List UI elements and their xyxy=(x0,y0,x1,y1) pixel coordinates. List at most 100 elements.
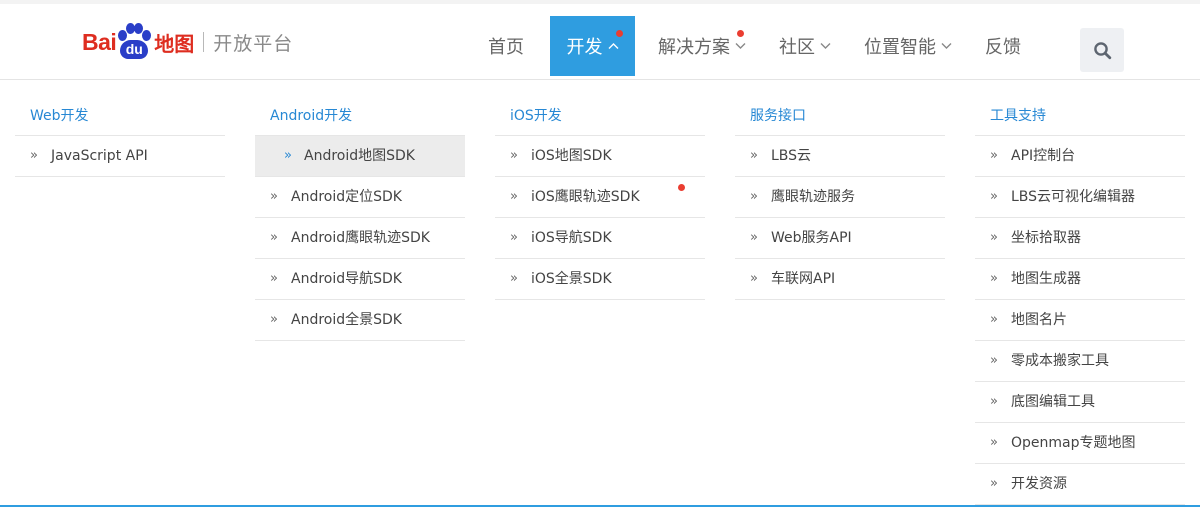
menu-item-label: Android全景SDK xyxy=(291,312,402,328)
double-chevron-right-icon: » xyxy=(990,271,998,286)
menu-item-label: iOS导航SDK xyxy=(531,230,612,246)
double-chevron-right-icon: » xyxy=(750,189,758,204)
menu-item-label: 开发资源 xyxy=(1011,476,1067,492)
menu-item-coordinate-picker[interactable]: » 坐标拾取器 xyxy=(975,218,1185,259)
nav-feedback[interactable]: 反馈 xyxy=(985,16,1021,76)
menu-item-dev-resources[interactable]: » 开发资源 xyxy=(975,464,1185,505)
double-chevron-right-icon: » xyxy=(510,189,518,204)
menu-item-label: iOS全景SDK xyxy=(531,271,612,287)
menu-item-web-service-api[interactable]: » Web服务API xyxy=(735,218,945,259)
search-icon xyxy=(1093,41,1111,59)
menu-item-basemap-editor[interactable]: » 底图编辑工具 xyxy=(975,382,1185,423)
logo-du-text: du xyxy=(120,40,149,59)
menu-item-iov-api[interactable]: » 车联网API xyxy=(735,259,945,300)
double-chevron-right-icon: » xyxy=(510,230,518,245)
chevron-down-icon xyxy=(820,43,831,49)
menu-item-android-navi-sdk[interactable]: » Android导航SDK xyxy=(255,259,465,300)
menu-item-android-map-sdk[interactable]: » Android地图SDK xyxy=(255,136,465,177)
menu-item-label: 零成本搬家工具 xyxy=(1011,353,1109,369)
menu-item-label: Android鹰眼轨迹SDK xyxy=(291,230,430,246)
menu-item-lbs-cloud[interactable]: » LBS云 xyxy=(735,136,945,177)
double-chevron-right-icon: » xyxy=(510,271,518,286)
column-title[interactable]: Android开发 xyxy=(255,96,465,136)
menu-item-lbs-visual-editor[interactable]: » LBS云可视化编辑器 xyxy=(975,177,1185,218)
menu-item-android-panorama-sdk[interactable]: » Android全景SDK xyxy=(255,300,465,341)
menu-item-ios-map-sdk[interactable]: » iOS地图SDK xyxy=(495,136,705,177)
search-button[interactable] xyxy=(1080,28,1124,72)
menu-item-label: LBS云可视化编辑器 xyxy=(1011,189,1136,205)
menu-item-label: 地图生成器 xyxy=(1011,271,1081,287)
chevron-up-icon xyxy=(608,43,618,49)
column-title[interactable]: 服务接口 xyxy=(735,96,945,136)
notification-dot xyxy=(678,184,685,191)
chevron-down-icon xyxy=(735,43,746,49)
double-chevron-right-icon: » xyxy=(990,148,998,163)
menu-item-ios-navi-sdk[interactable]: » iOS导航SDK xyxy=(495,218,705,259)
menu-item-trace-service[interactable]: » 鹰眼轨迹服务 xyxy=(735,177,945,218)
menu-item-label: iOS鹰眼轨迹SDK xyxy=(531,189,640,205)
nav-community-label: 社区 xyxy=(779,37,815,58)
double-chevron-right-icon: » xyxy=(990,189,998,204)
menu-column-tools: 工具支持 » API控制台 » LBS云可视化编辑器 » 坐标拾取器 » 地图生… xyxy=(975,96,1185,505)
nav-location-label: 位置智能 xyxy=(864,37,936,58)
menu-item-javascript-api[interactable]: » JavaScript API xyxy=(15,136,225,177)
menu-item-map-card[interactable]: » 地图名片 xyxy=(975,300,1185,341)
double-chevron-right-icon: » xyxy=(510,148,518,163)
menu-column-services: 服务接口 » LBS云 » 鹰眼轨迹服务 » Web服务API » 车联网API xyxy=(735,96,945,300)
menu-item-label: 车联网API xyxy=(771,271,836,287)
double-chevron-right-icon: » xyxy=(750,271,758,286)
column-title[interactable]: Web开发 xyxy=(15,96,225,136)
nav-home-label: 首页 xyxy=(488,37,524,58)
menu-item-android-trace-sdk[interactable]: » Android鹰眼轨迹SDK xyxy=(255,218,465,259)
nav-develop-label: 开发 xyxy=(566,37,603,58)
double-chevron-right-icon: » xyxy=(750,230,758,245)
chevron-down-icon xyxy=(941,43,952,49)
nav-solutions[interactable]: 解决方案 xyxy=(658,16,746,76)
menu-item-map-generator[interactable]: » 地图生成器 xyxy=(975,259,1185,300)
menu-item-ios-trace-sdk[interactable]: » iOS鹰眼轨迹SDK xyxy=(495,177,705,218)
double-chevron-right-icon: » xyxy=(270,312,278,327)
double-chevron-right-icon: » xyxy=(990,353,998,368)
menu-column-android: Android开发 » Android地图SDK » Android定位SDK … xyxy=(255,96,465,341)
logo-map-text: 地图 xyxy=(154,31,195,56)
menu-column-ios: iOS开发 » iOS地图SDK » iOS鹰眼轨迹SDK » iOS导航SDK… xyxy=(495,96,705,300)
menu-item-api-console[interactable]: » API控制台 xyxy=(975,136,1185,177)
nav-develop[interactable]: 开发 xyxy=(550,16,635,76)
column-title[interactable]: iOS开发 xyxy=(495,96,705,136)
double-chevron-right-icon: » xyxy=(30,148,38,163)
double-chevron-right-icon: » xyxy=(990,435,998,450)
menu-item-migration-tool[interactable]: » 零成本搬家工具 xyxy=(975,341,1185,382)
menu-item-label: Android导航SDK xyxy=(291,271,402,287)
menu-item-android-location-sdk[interactable]: » Android定位SDK xyxy=(255,177,465,218)
double-chevron-right-icon: » xyxy=(270,189,278,204)
logo-platform-text: 开放平台 xyxy=(213,32,294,55)
logo-divider xyxy=(203,32,205,52)
menu-item-label: Android地图SDK xyxy=(304,148,415,164)
double-chevron-right-icon: » xyxy=(270,271,278,286)
menu-item-openmap[interactable]: » Openmap专题地图 xyxy=(975,423,1185,464)
notification-dot xyxy=(737,30,744,37)
menu-item-label: API控制台 xyxy=(1011,148,1076,164)
nav-feedback-label: 反馈 xyxy=(985,37,1021,58)
double-chevron-right-icon: » xyxy=(990,394,998,409)
double-chevron-right-icon: » xyxy=(990,476,998,491)
double-chevron-right-icon: » xyxy=(990,312,998,327)
menu-item-label: Web服务API xyxy=(771,230,852,246)
menu-item-ios-panorama-sdk[interactable]: » iOS全景SDK xyxy=(495,259,705,300)
double-chevron-right-icon: » xyxy=(990,230,998,245)
menu-column-web: Web开发 » JavaScript API xyxy=(15,96,225,177)
menu-item-label: 底图编辑工具 xyxy=(1011,394,1095,410)
baidu-map-logo[interactable]: Bai du 地图 开放平台 xyxy=(82,22,293,62)
menu-item-label: iOS地图SDK xyxy=(531,148,612,164)
menu-item-label: 坐标拾取器 xyxy=(1011,230,1081,246)
paw-icon: du xyxy=(117,23,152,61)
nav-home[interactable]: 首页 xyxy=(488,16,524,76)
menu-item-label: JavaScript API xyxy=(51,148,148,164)
logo-bai-text: Bai xyxy=(82,28,117,55)
menu-item-label: LBS云 xyxy=(771,148,812,164)
nav-location-intelligence[interactable]: 位置智能 xyxy=(864,16,952,76)
double-chevron-right-icon: » xyxy=(750,148,758,163)
column-title[interactable]: 工具支持 xyxy=(975,96,1185,136)
nav-community[interactable]: 社区 xyxy=(779,16,831,76)
menu-item-label: 地图名片 xyxy=(1011,312,1067,328)
